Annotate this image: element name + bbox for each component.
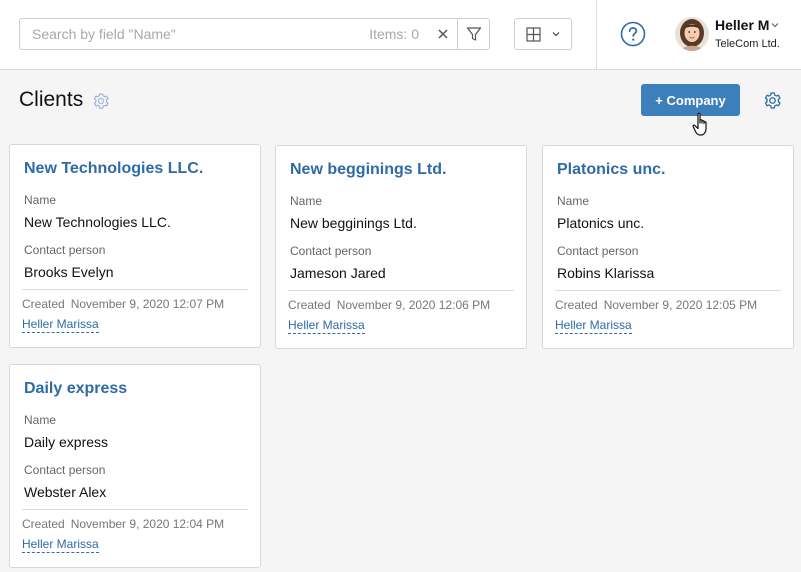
- top-bar: Items: 0 Heller M: [0, 0, 801, 70]
- contact-label: Contact person: [290, 244, 372, 258]
- author-link[interactable]: Heller Marissa: [288, 318, 365, 334]
- contact-label: Contact person: [24, 463, 106, 477]
- name-value: New Technologies LLC.: [24, 214, 171, 230]
- filter-button[interactable]: [457, 19, 489, 49]
- chevron-down-icon: [771, 23, 779, 28]
- card-title[interactable]: Platonics unc.: [557, 161, 665, 179]
- card-divider: [22, 289, 248, 290]
- card-title[interactable]: Daily express: [24, 380, 127, 398]
- name-value: Platonics unc.: [557, 215, 645, 231]
- view-mode-button[interactable]: [514, 18, 572, 50]
- card-title[interactable]: New begginings Ltd.: [290, 161, 446, 179]
- created-date: November 9, 2020 12:05 PM: [603, 298, 758, 312]
- contact-value: Robins Klarissa: [557, 265, 655, 281]
- created-date: November 9, 2020 12:07 PM: [70, 297, 225, 311]
- contact-label: Contact person: [24, 243, 106, 257]
- clear-search-button[interactable]: [429, 19, 457, 49]
- created-info: Created November 9, 2020 12:06 PM: [288, 298, 490, 312]
- user-company: TeleCom Ltd.: [715, 38, 780, 50]
- contact-value: Brooks Evelyn: [24, 264, 114, 280]
- created-info: Created November 9, 2020 12:05 PM: [555, 298, 757, 312]
- card-divider: [288, 290, 514, 291]
- card-divider: [22, 509, 248, 510]
- settings-gear-icon[interactable]: [763, 91, 782, 110]
- client-card[interactable]: Platonics unc. Name Platonics unc. Conta…: [542, 145, 794, 349]
- header-divider: [596, 0, 597, 70]
- grid-view-icon: [525, 26, 541, 42]
- author-link[interactable]: Heller Marissa: [555, 318, 632, 334]
- created-label: Created: [288, 298, 331, 312]
- chevron-down-icon: [552, 32, 559, 37]
- help-button[interactable]: [620, 21, 646, 47]
- user-menu[interactable]: Heller M TeleCom Ltd.: [675, 16, 795, 54]
- created-date: November 9, 2020 12:04 PM: [70, 517, 225, 531]
- avatar: [675, 17, 709, 51]
- name-value: Daily express: [24, 434, 109, 450]
- created-info: Created November 9, 2020 12:07 PM: [22, 297, 224, 311]
- name-label: Name: [24, 193, 57, 207]
- search-input[interactable]: [20, 19, 370, 49]
- add-company-button[interactable]: + Company: [641, 84, 740, 116]
- created-label: Created: [555, 298, 598, 312]
- help-icon: [620, 21, 646, 47]
- filter-icon: [466, 27, 481, 41]
- created-info: Created November 9, 2020 12:04 PM: [22, 517, 224, 531]
- created-date: November 9, 2020 12:06 PM: [336, 298, 491, 312]
- contact-value: Webster Alex: [24, 484, 107, 500]
- contact-label: Contact person: [557, 244, 639, 258]
- card-title[interactable]: New Technologies LLC.: [24, 160, 203, 178]
- card-divider: [555, 290, 781, 291]
- contact-value: Jameson Jared: [290, 265, 386, 281]
- author-link[interactable]: Heller Marissa: [22, 317, 99, 333]
- created-label: Created: [22, 517, 65, 531]
- gear-icon[interactable]: [92, 92, 110, 110]
- user-name: Heller M: [715, 17, 770, 33]
- close-icon: [438, 29, 448, 39]
- name-label: Name: [557, 194, 590, 208]
- client-card[interactable]: New begginings Ltd. Name New begginings …: [275, 145, 527, 349]
- client-card[interactable]: Daily express Name Daily express Contact…: [9, 364, 261, 568]
- name-value: New begginings Ltd.: [290, 215, 417, 231]
- client-card[interactable]: New Technologies LLC. Name New Technolog…: [9, 144, 261, 348]
- author-link[interactable]: Heller Marissa: [22, 537, 99, 553]
- name-label: Name: [290, 194, 323, 208]
- hand-cursor-icon: [692, 112, 707, 136]
- items-count: Items: 0: [369, 26, 419, 42]
- created-label: Created: [22, 297, 65, 311]
- search-box: Items: 0: [19, 18, 490, 50]
- name-label: Name: [24, 413, 57, 427]
- page-title: Clients: [19, 88, 84, 111]
